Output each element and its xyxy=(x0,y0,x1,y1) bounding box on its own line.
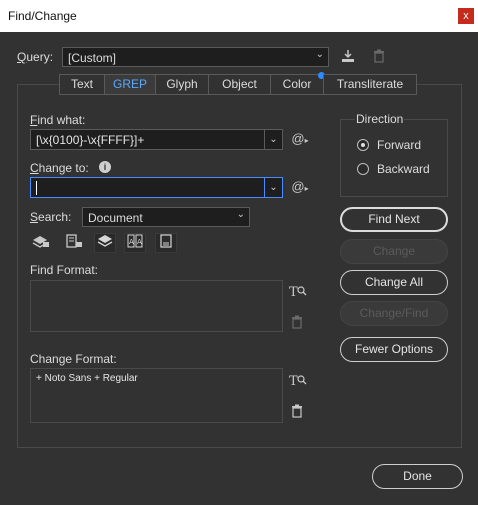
title-bar: Find/Change x xyxy=(0,0,478,32)
query-value: [Custom] xyxy=(68,51,117,65)
change-button[interactable]: Change xyxy=(340,239,448,264)
done-button[interactable]: Done xyxy=(372,464,463,489)
find-format-box[interactable] xyxy=(30,280,283,332)
forward-radio[interactable] xyxy=(357,139,369,151)
special-characters-find-icon[interactable]: @▸ xyxy=(290,131,310,147)
change-format-label: Change Format: xyxy=(30,352,117,366)
tab-object[interactable]: Object xyxy=(208,74,270,95)
find-what-value: [\x{0100}-\x{FFFF}]+ xyxy=(36,133,145,147)
include-footnotes-icon[interactable] xyxy=(155,233,177,253)
direction-group xyxy=(340,119,448,197)
chevron-down-icon: ⌄ xyxy=(315,49,324,60)
tab-color[interactable]: Color xyxy=(270,72,325,95)
backward-label[interactable]: Backward xyxy=(377,162,430,176)
find-next-button[interactable]: Find Next xyxy=(340,207,448,232)
change-format-value: + Noto Sans + Regular xyxy=(36,373,138,384)
svg-text:T: T xyxy=(289,285,298,299)
find-what-label: Find what: xyxy=(30,113,86,127)
special-characters-change-icon[interactable]: @▸ xyxy=(290,179,310,195)
tab-text[interactable]: Text xyxy=(59,74,104,95)
include-locked-layers-icon[interactable] xyxy=(30,233,52,253)
backward-radio[interactable] xyxy=(357,163,369,175)
search-scope-value: Document xyxy=(88,211,143,225)
find-format-label: Find Format: xyxy=(30,263,99,277)
chevron-down-icon: ⌄ xyxy=(236,209,245,220)
svg-text:A: A xyxy=(129,238,134,246)
forward-label[interactable]: Forward xyxy=(377,138,421,152)
change-all-button[interactable]: Change All xyxy=(340,270,448,295)
window-title: Find/Change xyxy=(8,9,77,23)
chevron-down-icon[interactable]: ⌄ xyxy=(264,178,282,197)
delete-query-icon[interactable] xyxy=(371,49,387,65)
svg-text:A: A xyxy=(137,238,142,246)
change-to-label: Change to: xyxy=(30,161,89,175)
tab-bar: Text GREP Glyph Object Color Translitera… xyxy=(59,72,417,95)
change-find-button[interactable]: Change/Find xyxy=(340,301,448,326)
include-master-pages-icon[interactable]: AA xyxy=(124,233,146,253)
change-format-box[interactable]: + Noto Sans + Regular xyxy=(30,368,283,423)
text-cursor xyxy=(36,181,37,195)
tab-grep[interactable]: GREP xyxy=(104,74,155,95)
fewer-options-button[interactable]: Fewer Options xyxy=(340,337,448,362)
close-button[interactable]: x xyxy=(458,8,474,24)
save-query-icon[interactable] xyxy=(340,49,356,65)
specify-change-format-icon[interactable]: T xyxy=(289,372,307,389)
find-what-field[interactable]: [\x{0100}-\x{FFFF}]+ ⌄ xyxy=(30,129,283,150)
svg-text:T: T xyxy=(289,374,298,388)
include-hidden-layers-icon[interactable] xyxy=(94,233,116,253)
tab-glyph[interactable]: Glyph xyxy=(155,74,208,95)
tab-transliterate[interactable]: Transliterate xyxy=(323,74,417,95)
query-dropdown[interactable]: [Custom] ⌄ xyxy=(62,47,329,67)
include-locked-stories-icon[interactable] xyxy=(63,233,85,253)
search-label: Search: xyxy=(30,210,72,224)
query-label: Query: xyxy=(17,50,54,64)
clear-find-format-icon[interactable] xyxy=(290,315,304,331)
change-to-field[interactable]: ⌄ xyxy=(30,177,283,198)
chevron-down-icon[interactable]: ⌄ xyxy=(264,130,282,149)
direction-label: Direction xyxy=(355,112,405,126)
search-scope-dropdown[interactable]: Document ⌄ xyxy=(82,207,250,227)
dialog-body: Query: [Custom] ⌄ Text GREP Glyph Object… xyxy=(0,32,478,505)
clear-change-format-icon[interactable] xyxy=(290,404,304,420)
info-icon[interactable]: i xyxy=(99,161,111,173)
specify-find-format-icon[interactable]: T xyxy=(289,283,307,300)
